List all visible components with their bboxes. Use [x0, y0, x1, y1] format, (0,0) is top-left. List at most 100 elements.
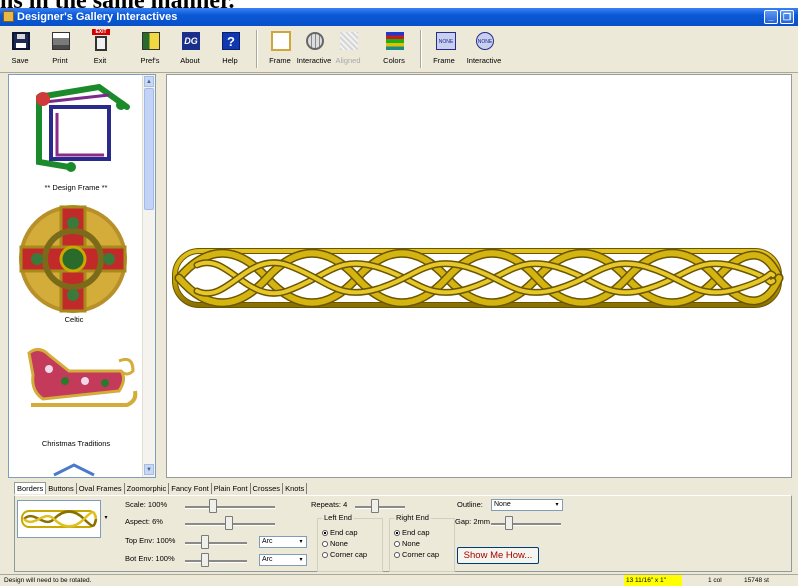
left-end-title: Left End: [322, 513, 354, 522]
aspect-label: Aspect: 6%: [125, 517, 163, 526]
repeats-label: Repeats: 4: [311, 500, 348, 509]
frame-button[interactable]: Frame: [262, 28, 298, 72]
border-preview-image: [21, 510, 98, 528]
aspect-slider-thumb[interactable]: [225, 516, 233, 530]
door-icon: [95, 36, 107, 51]
interactive2-button[interactable]: NONE Interactive: [466, 28, 502, 72]
tab-crosses[interactable]: Crosses: [251, 483, 284, 494]
bot-env-slider-thumb[interactable]: [201, 553, 209, 567]
bot-env-shape-value: Arc: [262, 556, 273, 563]
gallery-item-label: ** Design Frame **: [44, 183, 108, 192]
tab-borders[interactable]: Borders: [14, 482, 47, 494]
app-window: Designer's Gallery Interactives _ ❐ Save…: [0, 8, 798, 586]
gap-slider-thumb[interactable]: [505, 516, 513, 530]
minimize-button[interactable]: _: [764, 10, 778, 24]
preferences-icon: [142, 32, 160, 50]
gallery-item-christmas-traditions[interactable]: Christmas Traditions: [9, 337, 143, 448]
scale-slider-track[interactable]: [185, 506, 275, 509]
gallery-item-celtic[interactable]: Celtic: [9, 197, 143, 325]
bot-env-slider-track[interactable]: [185, 560, 247, 563]
gallery-item-partial[interactable]: [49, 463, 99, 477]
borders-tab-content: ▾ Scale: 100% Aspect: 6% Top Env: 100% A…: [14, 495, 792, 572]
status-dimensions: 13 11/16" x 1": [624, 575, 682, 586]
interactive2-label: Interactive: [466, 56, 502, 65]
save-label: Save: [11, 56, 29, 65]
scale-slider-thumb[interactable]: [209, 499, 217, 513]
gap-label: Gap: 2mm: [455, 517, 491, 526]
radio-label: Corner cap: [402, 550, 440, 559]
prefs-button[interactable]: Pref's: [132, 28, 168, 72]
status-bar: Design will need to be rotated. 13 11/16…: [0, 574, 798, 586]
design-gallery: ** Design Frame ** Celtic Christmas Trad…: [8, 74, 156, 478]
repeats-slider-track[interactable]: [355, 506, 405, 509]
aligned-button[interactable]: Aligned: [330, 28, 366, 72]
top-env-slider-thumb[interactable]: [201, 535, 209, 549]
gallery-scrollbar[interactable]: ▲ ▼: [142, 75, 155, 477]
design-options-panel: Borders Buttons Oval Frames Zoomorphic Fancy…: [0, 480, 798, 572]
left-end-option-none[interactable]: None: [322, 539, 348, 548]
tab-oval-frames[interactable]: Oval Frames: [77, 483, 125, 494]
print-label: Print: [52, 56, 68, 65]
bot-env-label: Bot Env: 100%: [125, 554, 175, 563]
scroll-down-button[interactable]: ▼: [144, 464, 154, 475]
bot-env-shape-select[interactable]: Arc ▾: [259, 554, 307, 566]
radio-label: End cap: [402, 528, 430, 537]
gap-slider-track[interactable]: [491, 523, 561, 526]
aligned-icon: [340, 32, 358, 50]
right-end-option-corner-cap[interactable]: Corner cap: [394, 550, 439, 559]
chevron-down-icon: ▾: [296, 555, 306, 565]
border-style-preview[interactable]: [17, 500, 101, 538]
top-env-slider-track[interactable]: [185, 542, 247, 545]
design-canvas[interactable]: [166, 74, 792, 478]
radio-label: None: [402, 539, 420, 548]
save-button[interactable]: Save: [2, 28, 38, 72]
left-end-option-end-cap[interactable]: End cap: [322, 528, 358, 537]
tab-zoomorphic[interactable]: Zoomorphic: [125, 483, 170, 494]
scale-label: Scale: 100%: [125, 500, 168, 509]
right-end-option-none[interactable]: None: [394, 539, 420, 548]
tab-plain-font[interactable]: Plain Font: [212, 483, 251, 494]
exit-button[interactable]: EXIT Exit: [82, 28, 118, 72]
left-end-option-corner-cap[interactable]: Corner cap: [322, 550, 367, 559]
interactive-button[interactable]: Interactive: [296, 28, 332, 72]
window-title: Designer's Gallery Interactives: [17, 11, 178, 23]
tab-buttons[interactable]: Buttons: [46, 483, 77, 494]
floppy-disk-icon: [12, 32, 30, 50]
about-label: About: [180, 56, 200, 65]
printer-icon: [52, 32, 70, 50]
help-icon: ?: [222, 32, 240, 50]
restore-button[interactable]: ❐: [780, 10, 794, 24]
colors-button[interactable]: Colors: [376, 28, 412, 72]
gallery-item-design-frame[interactable]: ** Design Frame **: [9, 75, 143, 195]
about-button[interactable]: DG About: [172, 28, 208, 72]
document-heading: ns in the same manner.: [0, 0, 235, 14]
toolbar: Save Print EXIT Exit Pref's DG About ? H…: [0, 26, 798, 73]
exit-badge: EXIT: [92, 29, 110, 35]
top-env-shape-select[interactable]: Arc ▾: [259, 536, 307, 548]
right-end-option-end-cap[interactable]: End cap: [394, 528, 430, 537]
aligned-label: Aligned: [335, 56, 361, 65]
scroll-up-button[interactable]: ▲: [144, 76, 154, 87]
radio-selected-icon: [394, 530, 400, 537]
show-me-how-button[interactable]: Show Me How...: [457, 547, 539, 564]
radio-selected-icon: [322, 530, 328, 537]
scroll-thumb[interactable]: [144, 88, 154, 210]
partial-thumbnail: [53, 463, 95, 477]
tab-fancy-font[interactable]: Fancy Font: [169, 483, 212, 494]
about-logo-icon: DG: [182, 32, 200, 50]
outline-select[interactable]: None ▾: [491, 499, 563, 511]
tab-knots[interactable]: Knots: [283, 483, 308, 494]
help-button[interactable]: ? Help: [212, 28, 248, 72]
repeats-slider-thumb[interactable]: [371, 499, 379, 513]
frame2-button[interactable]: NONE Frame: [426, 28, 462, 72]
frame-icon: [271, 31, 291, 51]
radio-label: None: [330, 539, 348, 548]
radio-label: Corner cap: [330, 550, 368, 559]
preview-dropdown-button[interactable]: ▾: [102, 508, 110, 528]
top-env-shape-value: Arc: [262, 538, 273, 545]
right-end-title: Right End: [394, 513, 431, 522]
radio-icon: [322, 552, 328, 559]
exit-label: Exit: [93, 56, 107, 65]
print-button[interactable]: Print: [42, 28, 78, 72]
chevron-down-icon: ▾: [552, 500, 562, 510]
